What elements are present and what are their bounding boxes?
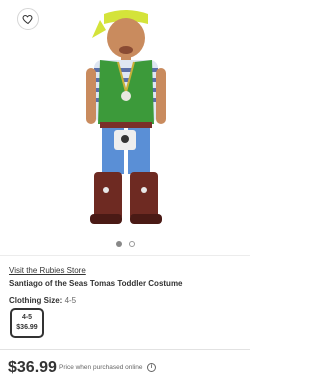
divider	[0, 349, 250, 350]
carousel-dot-1[interactable]	[115, 241, 122, 247]
product-image-carousel[interactable]	[0, 0, 250, 232]
favorite-button[interactable]	[17, 8, 39, 30]
carousel-indicator	[0, 241, 250, 247]
carousel-dot-2[interactable]	[128, 241, 135, 247]
clothing-size-row: Clothing Size: 4-5	[9, 296, 76, 305]
clothing-size-value: 4-5	[64, 296, 77, 305]
product-title: Santiago of the Seas Tomas Toddler Costu…	[9, 279, 183, 288]
info-icon[interactable]: i	[147, 363, 156, 372]
heart-icon	[22, 14, 33, 25]
size-option-button[interactable]: 4-5 $36.99	[10, 308, 44, 338]
product-image	[86, 10, 166, 224]
store-link[interactable]: Visit the Rubies Store	[9, 266, 86, 275]
clothing-size-label: Clothing Size:	[9, 296, 63, 305]
price-note: Price when purchased online	[59, 364, 143, 371]
size-option-price: $36.99	[16, 324, 38, 331]
size-option-size: 4-5	[21, 314, 33, 321]
product-price: $36.99	[8, 359, 57, 376]
divider	[0, 255, 250, 256]
